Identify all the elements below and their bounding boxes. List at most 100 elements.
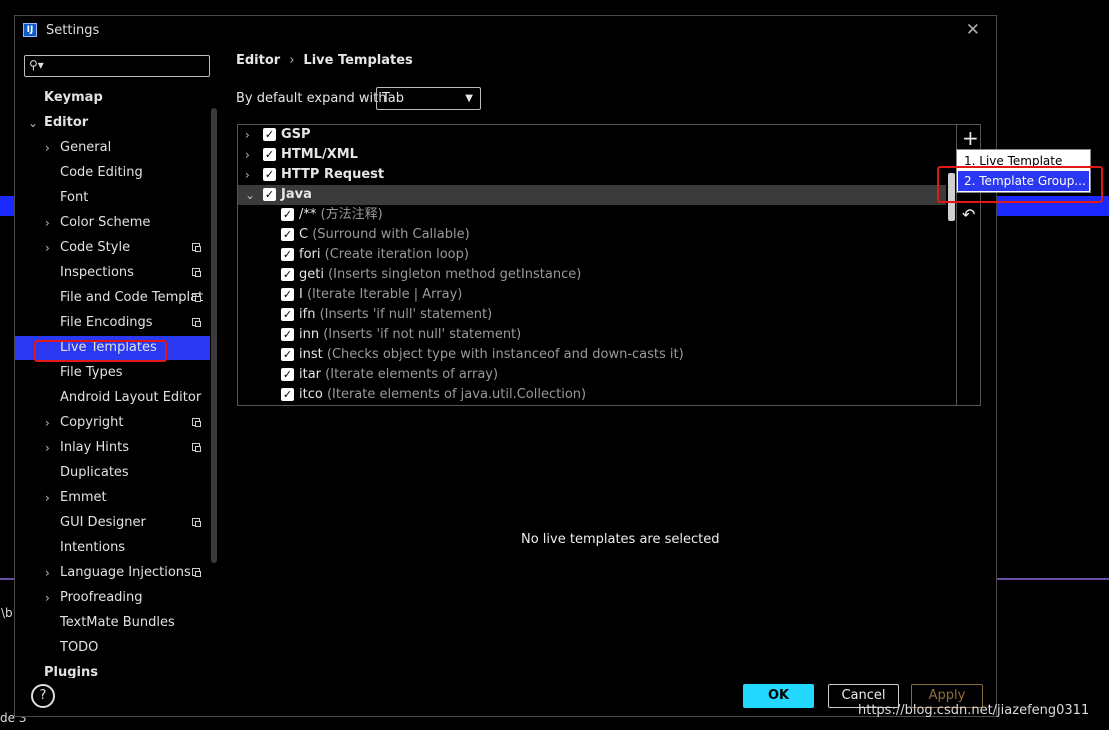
template-checkbox[interactable]: ✓	[281, 308, 294, 321]
group-name: GSP	[281, 127, 311, 142]
sidebar-item-inspections[interactable]: Inspections	[15, 261, 210, 285]
search-icon: ⚲▾	[29, 58, 44, 72]
expand-with-select[interactable]: Tab ▼	[376, 87, 481, 110]
breadcrumb-live-templates: Live Templates	[303, 53, 413, 68]
sidebar-item-code-style[interactable]: › Code Style	[15, 236, 210, 260]
template-checkbox[interactable]: ✓	[281, 388, 294, 401]
template-row[interactable]: ✓ itco (Iterate elements of java.util.Col…	[238, 385, 946, 405]
sidebar-item-intentions[interactable]: Intentions	[15, 536, 210, 560]
breadcrumb-editor[interactable]: Editor	[236, 53, 280, 68]
ok-button[interactable]: OK	[743, 684, 814, 708]
sidebar-item-label: TextMate Bundles	[60, 615, 175, 630]
project-scope-icon	[192, 518, 201, 527]
template-checkbox[interactable]: ✓	[281, 228, 294, 241]
chevron-right-icon[interactable]: ›	[45, 586, 50, 610]
sidebar-item-android-layout-editor[interactable]: Android Layout Editor	[15, 386, 210, 410]
template-group-row[interactable]: › ✓ HTML/XML	[238, 145, 946, 165]
expand-with-value: Tab	[382, 91, 405, 106]
sidebar-item-label: Inspections	[60, 265, 134, 280]
close-icon[interactable]: ✕	[966, 20, 980, 40]
template-abbreviation: I	[299, 287, 303, 302]
sidebar-item-font[interactable]: Font	[15, 186, 210, 210]
sidebar-item-language-injections[interactable]: › Language Injections	[15, 561, 210, 585]
sidebar-item-label: GUI Designer	[60, 515, 146, 530]
chevron-right-icon[interactable]: ›	[45, 561, 50, 585]
template-abbreviation: /**	[299, 207, 317, 222]
template-checkbox[interactable]: ✓	[281, 248, 294, 261]
template-row[interactable]: ✓ fori (Create iteration loop)	[238, 245, 946, 265]
template-checkbox[interactable]: ✓	[281, 328, 294, 341]
template-abbreviation: fori	[299, 247, 321, 262]
chevron-right-icon[interactable]: ›	[245, 145, 250, 165]
sidebar-item-inlay-hints[interactable]: › Inlay Hints	[15, 436, 210, 460]
chevron-right-icon[interactable]: ›	[45, 211, 50, 235]
template-checkbox[interactable]: ✓	[281, 288, 294, 301]
chevron-right-icon[interactable]: ›	[245, 165, 250, 185]
sidebar-item-code-editing[interactable]: Code Editing	[15, 161, 210, 185]
sidebar-item-textmate-bundles[interactable]: TextMate Bundles	[15, 611, 210, 635]
sidebar-item-label: File Types	[60, 365, 123, 380]
template-checkbox[interactable]: ✓	[281, 348, 294, 361]
chevron-right-icon[interactable]: ›	[45, 411, 50, 435]
template-checkbox[interactable]: ✓	[281, 268, 294, 281]
sidebar-item-proofreading[interactable]: › Proofreading	[15, 586, 210, 610]
group-checkbox[interactable]: ✓	[263, 168, 276, 181]
sidebar-item-gui-designer[interactable]: GUI Designer	[15, 511, 210, 535]
sidebar-item-general[interactable]: › General	[15, 136, 210, 160]
sidebar-item-file-types[interactable]: File Types	[15, 361, 210, 385]
chevron-right-icon[interactable]: ›	[45, 136, 50, 160]
template-abbreviation: itar	[299, 367, 322, 382]
template-row[interactable]: ✓ /** (方法注释)	[238, 205, 946, 225]
sidebar-item-label: Inlay Hints	[60, 440, 129, 455]
group-checkbox[interactable]: ✓	[263, 128, 276, 141]
search-input[interactable]: ⚲▾	[24, 55, 210, 77]
template-description: (Create iteration loop)	[324, 247, 469, 262]
template-row[interactable]: ✓ geti (Inserts singleton method getInsta…	[238, 265, 946, 285]
sidebar-item-color-scheme[interactable]: › Color Scheme	[15, 211, 210, 235]
sidebar-item-copyright[interactable]: › Copyright	[15, 411, 210, 435]
chevron-right-icon[interactable]: ›	[45, 436, 50, 460]
template-checkbox[interactable]: ✓	[281, 208, 294, 221]
project-scope-icon	[192, 243, 201, 252]
chevron-right-icon[interactable]: ›	[45, 236, 50, 260]
template-row[interactable]: ✓ I (Iterate Iterable | Array)	[238, 285, 946, 305]
sidebar-item-duplicates[interactable]: Duplicates	[15, 461, 210, 485]
sidebar-item-label: File Encodings	[60, 315, 153, 330]
sidebar-item-file-and-code-templat[interactable]: File and Code Templat	[15, 286, 210, 310]
template-group-row[interactable]: › ✓ HTTP Request	[238, 165, 946, 185]
settings-sidebar: Keymap ⌄ Editor › General Code Editing Font › Co…	[15, 86, 210, 678]
help-button[interactable]: ?	[31, 684, 55, 708]
sidebar-item-file-encodings[interactable]: File Encodings	[15, 311, 210, 335]
template-group-row[interactable]: ⌄ ✓ Java	[238, 185, 946, 205]
project-scope-icon	[192, 318, 201, 327]
sidebar-item-keymap[interactable]: Keymap	[15, 86, 210, 110]
restore-icon[interactable]: ↶	[962, 205, 975, 224]
template-row[interactable]: ✓ ifn (Inserts 'if null' statement)	[238, 305, 946, 325]
chevron-down-icon[interactable]: ⌄	[28, 111, 38, 135]
template-description: (Iterate Iterable | Array)	[306, 287, 463, 302]
sidebar-item-label: Emmet	[60, 490, 107, 505]
chevron-right-icon[interactable]: ›	[45, 486, 50, 510]
template-row[interactable]: ✓ inst (Checks object type with instanceo…	[238, 345, 946, 365]
sidebar-item-label: Plugins	[44, 665, 98, 678]
sidebar-item-label: Language Injections	[60, 565, 191, 580]
sidebar-item-emmet[interactable]: › Emmet	[15, 486, 210, 510]
template-group-row[interactable]: › ✓ GSP	[238, 125, 946, 145]
project-scope-icon	[192, 568, 201, 577]
group-checkbox[interactable]: ✓	[263, 148, 276, 161]
sidebar-item-todo[interactable]: TODO	[15, 636, 210, 660]
template-row[interactable]: ✓ inn (Inserts 'if not null' statement)	[238, 325, 946, 345]
template-abbreviation: inst	[299, 347, 323, 362]
chevron-down-icon[interactable]: ⌄	[245, 185, 255, 205]
sidebar-item-plugins[interactable]: Plugins	[15, 661, 210, 678]
template-abbreviation: inn	[299, 327, 320, 342]
sidebar-item-editor[interactable]: ⌄ Editor	[15, 111, 210, 135]
sidebar-scrollbar[interactable]	[211, 108, 217, 563]
sidebar-item-label: Duplicates	[60, 465, 129, 480]
chevron-right-icon[interactable]: ›	[245, 125, 250, 145]
template-row[interactable]: ✓ itar (Iterate elements of array)	[238, 365, 946, 385]
group-checkbox[interactable]: ✓	[263, 188, 276, 201]
add-icon[interactable]: +	[962, 126, 979, 150]
template-row[interactable]: ✓ C (Surround with Callable)	[238, 225, 946, 245]
template-checkbox[interactable]: ✓	[281, 368, 294, 381]
